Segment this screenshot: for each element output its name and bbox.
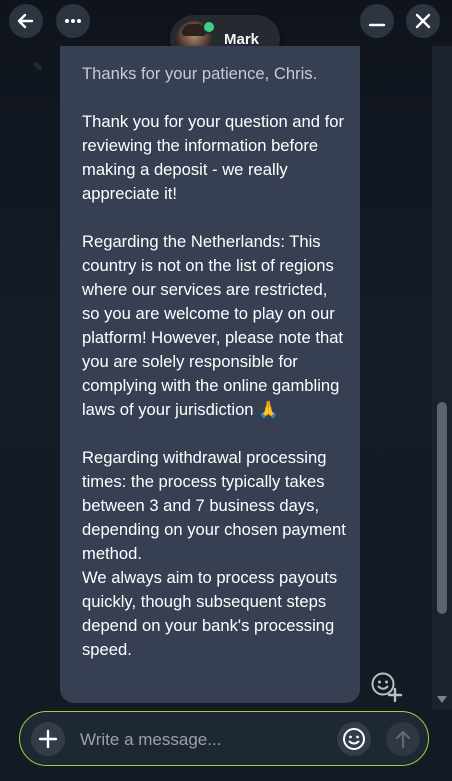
scrollbar-thumb[interactable] — [437, 402, 447, 614]
chat-header: Mark — [0, 0, 452, 63]
message-bubble: Thanks for your patience, Chris. Thank y… — [60, 46, 360, 703]
message-paragraph: Regarding withdrawal processing times: t… — [82, 448, 346, 659]
add-reaction-icon — [371, 672, 403, 703]
back-button[interactable] — [9, 4, 43, 38]
more-options-button[interactable] — [56, 4, 90, 38]
message-composer — [19, 711, 429, 766]
close-icon — [415, 13, 431, 29]
plus-icon — [38, 729, 58, 749]
scroll-down-arrow[interactable] — [437, 696, 447, 703]
message-first-line: Thanks for your patience, Chris. — [82, 64, 318, 83]
online-status-dot — [202, 20, 216, 34]
message-input[interactable] — [78, 726, 332, 754]
chat-window: Mark ✎ Thanks for your patience, Chris. … — [0, 0, 452, 781]
add-attachment-button[interactable] — [31, 722, 65, 756]
minimize-button[interactable] — [360, 4, 394, 38]
minimize-icon — [368, 23, 386, 27]
more-horizontal-icon — [65, 19, 81, 23]
message-paragraph: Regarding the Netherlands: This country … — [82, 232, 348, 419]
scrollbar[interactable] — [432, 46, 452, 710]
add-reaction-button[interactable] — [369, 670, 403, 704]
emoji-button[interactable] — [337, 722, 371, 756]
close-button[interactable] — [406, 4, 440, 38]
arrow-left-icon — [17, 13, 34, 29]
arrow-up-icon — [395, 730, 411, 749]
send-button[interactable] — [386, 722, 420, 756]
message-paragraph: Thank you for your question and for revi… — [82, 112, 349, 203]
smiley-icon — [343, 728, 365, 750]
message-text: Thanks for your patience, Chris. Thank y… — [82, 62, 348, 662]
message-list[interactable]: Thanks for your patience, Chris. Thank y… — [0, 46, 432, 710]
